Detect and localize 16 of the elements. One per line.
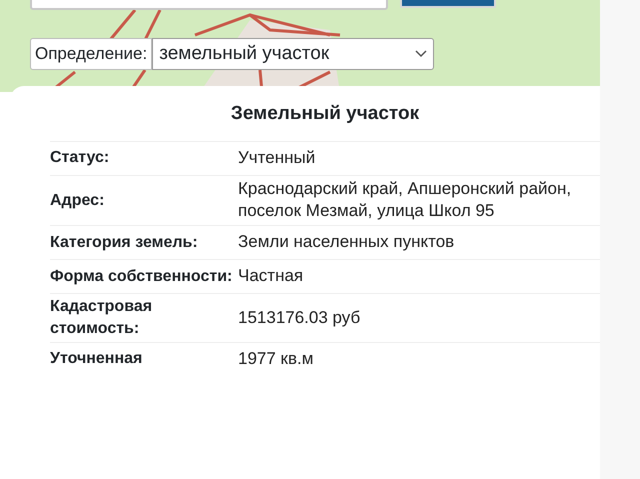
definition-dropdown[interactable]: земельный участок <box>152 38 434 70</box>
field-value: Учтенный <box>238 146 316 169</box>
chevron-icon <box>415 50 428 58</box>
definition-label: Определение: <box>30 38 152 70</box>
field-value: Земли населенных пунктов <box>238 231 456 254</box>
field-label: Категория земель: <box>50 233 199 254</box>
card-title: Земельный участок <box>230 102 420 126</box>
field-label: Адрес: <box>50 190 106 211</box>
field-value: 1513176.03 руб <box>238 306 362 328</box>
field-label: Форма собственности: <box>50 267 234 288</box>
field-value: Частная <box>238 265 304 288</box>
field-label: Статус: <box>50 148 110 168</box>
field-value: 1977 кв.м <box>238 348 314 370</box>
field-label: Кадастровая стоимость: <box>50 297 154 339</box>
field-value: Краснодарский край, Апшеронский район, поселок Мезмай, улица Школ 95 <box>238 178 572 222</box>
field-label: Уточненная <box>50 349 144 370</box>
